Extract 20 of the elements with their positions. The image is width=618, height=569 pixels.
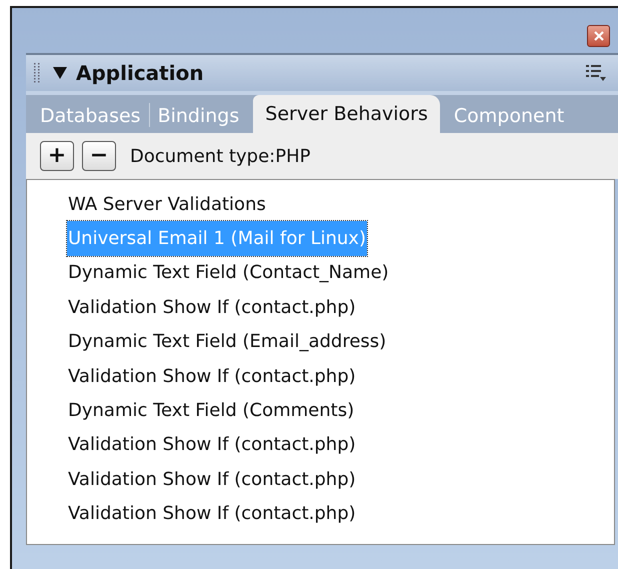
tab[interactable]: Server Behaviors [253,95,440,133]
close-button[interactable] [587,25,610,47]
list-item[interactable]: Validation Show If (contact.php) [67,462,357,497]
list-item[interactable]: Dynamic Text Field (Comments) [67,393,356,428]
list-item[interactable]: WA Server Validations [67,187,267,222]
options-menu-icon[interactable] [586,64,606,82]
triangle-down-icon [52,66,68,80]
document-type-label: Document type:PHP [130,144,310,168]
add-button[interactable]: + [40,141,74,171]
panel-toggle[interactable] [52,66,68,80]
list-item[interactable]: Dynamic Text Field (Contact_Name) [67,256,390,290]
list-item[interactable]: Validation Show If (contact.php) [67,428,357,462]
close-icon [594,31,604,41]
list-item[interactable]: Validation Show If (contact.php) [67,290,357,325]
list-item[interactable]: Validation Show If (contact.php) [67,496,357,531]
panel-title: Application [76,60,204,87]
remove-button[interactable]: − [82,141,116,171]
list-item[interactable]: Validation Show If (contact.php) [67,358,357,394]
grip-icon [34,63,40,83]
list-item[interactable]: Dynamic Text Field (Email_address) [67,324,388,359]
